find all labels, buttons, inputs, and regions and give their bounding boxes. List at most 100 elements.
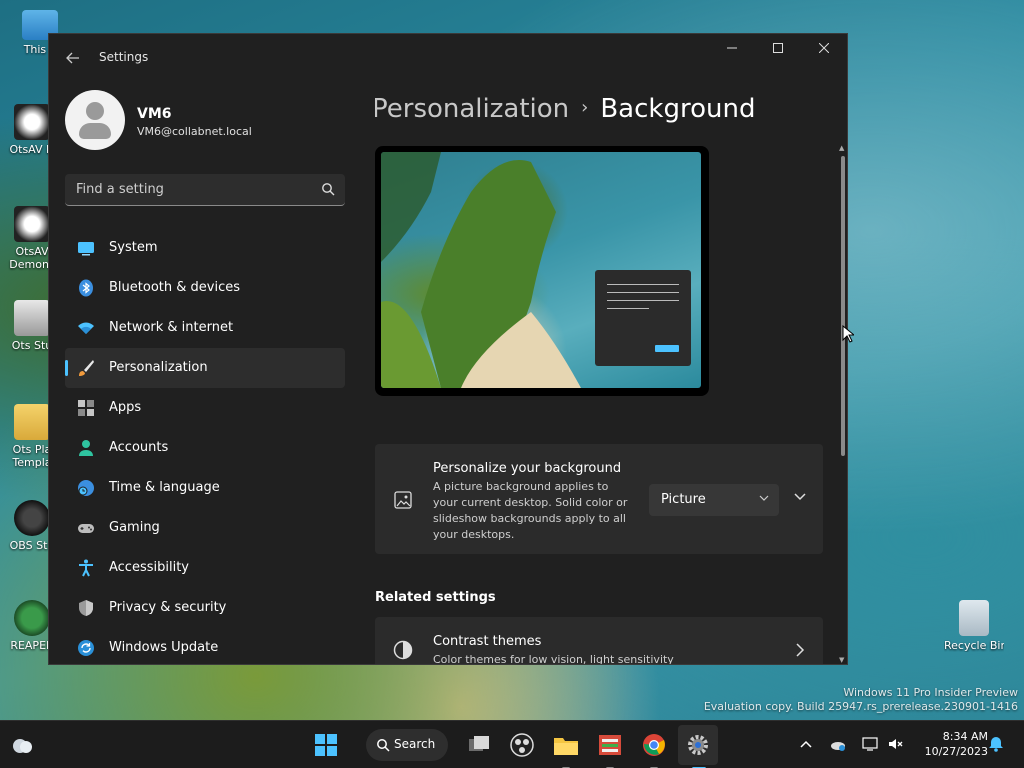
network-display-icon[interactable] [862, 736, 878, 752]
search-placeholder: Find a setting [76, 182, 164, 197]
contrast-icon [393, 640, 413, 660]
user-profile[interactable]: VM6 VM6@collabnet.local [65, 90, 345, 152]
dropdown-value: Picture [661, 492, 706, 507]
sidebar-item-system[interactable]: System [65, 228, 345, 268]
sidebar-item-accounts[interactable]: Accounts [65, 428, 345, 468]
clock-time: 8:34 AM [942, 730, 988, 743]
contrast-themes-card[interactable]: Contrast themes Color themes for low vis… [375, 617, 823, 665]
clock-date: 10/27/2023 [924, 745, 988, 758]
obs-taskbar-icon[interactable] [508, 731, 536, 759]
accessibility-icon [79, 559, 93, 577]
weather-icon[interactable] [8, 731, 36, 759]
window-title: Settings [99, 50, 149, 64]
sidebar-item-windows-update[interactable]: Windows Update [65, 628, 345, 664]
monitor-icon [78, 242, 94, 256]
ots-studio-icon [14, 300, 50, 336]
onedrive-icon[interactable] [830, 736, 846, 752]
sidebar-item-network[interactable]: Network & internet [65, 308, 345, 348]
page-title: Background [600, 94, 756, 124]
sidebar-item-apps[interactable]: Apps [65, 388, 345, 428]
chrome-icon [643, 734, 665, 756]
breadcrumb-parent[interactable]: Personalization [375, 94, 569, 124]
background-card-title: Personalize your background [433, 461, 622, 476]
mouse-cursor-icon [842, 325, 854, 343]
watermark: Windows 11 Pro Insider Preview Evaluatio… [703, 686, 1018, 713]
personalize-background-card[interactable]: Personalize your background A picture ba… [375, 444, 823, 554]
content-scrollbar[interactable]: ▲ ▼ [839, 144, 845, 664]
back-button[interactable] [63, 48, 83, 68]
chevron-down-icon [759, 495, 769, 501]
taskbar-search-button[interactable]: Search [366, 729, 448, 761]
content-area: Personalization › Background Personalize… [375, 82, 835, 665]
chevron-right-icon [796, 643, 805, 657]
contrast-card-description: Color themes for low vision, light sensi… [433, 653, 674, 665]
desktop-icon-recycle-bin[interactable]: Recycle Bin [944, 600, 1004, 652]
otsav-icon [14, 206, 50, 242]
scroll-down-icon[interactable]: ▼ [839, 656, 844, 664]
breadcrumb: Personalization › Background [375, 94, 755, 124]
volume-muted-icon[interactable] [888, 736, 904, 752]
profile-email: VM6@collabnet.local [137, 125, 252, 138]
profile-name: VM6 [137, 106, 172, 122]
close-icon [818, 42, 830, 54]
settings-window: Settings VM6 VM6@collabnet.local Find a … [48, 33, 848, 665]
avatar [65, 90, 125, 150]
recycle-bin-icon [959, 600, 989, 636]
background-card-description: A picture background applies to your cur… [433, 480, 628, 541]
expand-chevron-icon[interactable] [793, 490, 807, 504]
preview-window [595, 270, 691, 366]
ots-app-button[interactable] [596, 731, 624, 768]
background-type-dropdown[interactable]: Picture [649, 484, 779, 516]
file-explorer-button[interactable] [552, 731, 580, 768]
globe-clock-icon [78, 480, 94, 496]
folder-icon [14, 404, 50, 440]
reaper-icon [14, 600, 50, 636]
scroll-thumb[interactable] [841, 156, 845, 456]
otsav-icon [14, 104, 50, 140]
ots-app-icon [599, 735, 621, 755]
sidebar-item-time-language[interactable]: Time & language [65, 468, 345, 508]
maximize-button[interactable] [755, 34, 801, 66]
title-bar[interactable]: Settings [49, 34, 847, 82]
update-icon [78, 640, 94, 656]
bluetooth-icon [79, 279, 93, 297]
obs-icon [14, 500, 50, 536]
task-view-icon[interactable] [465, 731, 493, 759]
gamepad-icon [78, 524, 94, 533]
sidebar-item-gaming[interactable]: Gaming [65, 508, 345, 548]
image-icon [394, 491, 412, 509]
search-input[interactable]: Find a setting [65, 174, 345, 206]
shield-icon [79, 600, 93, 616]
arrow-left-icon [66, 52, 79, 64]
background-preview [375, 146, 709, 396]
wallpaper-preview-image [381, 152, 701, 388]
settings-button[interactable] [684, 731, 712, 768]
clock[interactable]: 8:34 AM 10/27/2023 [925, 729, 988, 759]
settings-nav: System Bluetooth & devices Network & int… [65, 228, 345, 664]
contrast-card-title: Contrast themes [433, 634, 542, 649]
chevron-right-icon: › [581, 97, 589, 118]
close-button[interactable] [801, 34, 847, 66]
sidebar-item-personalization[interactable]: Personalization [65, 348, 345, 388]
start-icon[interactable] [312, 731, 340, 759]
minimize-button[interactable] [709, 34, 755, 66]
apps-icon [78, 400, 94, 416]
related-settings-heading: Related settings [375, 590, 496, 605]
chrome-button[interactable] [640, 731, 668, 768]
scroll-up-icon[interactable]: ▲ [839, 144, 844, 152]
notification-bell-icon[interactable] [988, 736, 1004, 752]
search-icon [322, 183, 335, 196]
folder-icon [554, 738, 578, 755]
person-icon [79, 440, 93, 456]
wifi-icon [78, 322, 94, 334]
taskbar: Search 8:34 AM 10/27/2023 [0, 720, 1024, 768]
minimize-icon [727, 47, 737, 49]
sidebar-item-privacy-security[interactable]: Privacy & security [65, 588, 345, 628]
chevron-up-icon[interactable] [798, 736, 814, 752]
brush-icon [79, 360, 94, 376]
search-icon [377, 739, 390, 752]
sidebar-item-bluetooth[interactable]: Bluetooth & devices [65, 268, 345, 308]
maximize-icon [773, 43, 783, 53]
sidebar-item-accessibility[interactable]: Accessibility [65, 548, 345, 588]
gear-icon [688, 735, 708, 755]
